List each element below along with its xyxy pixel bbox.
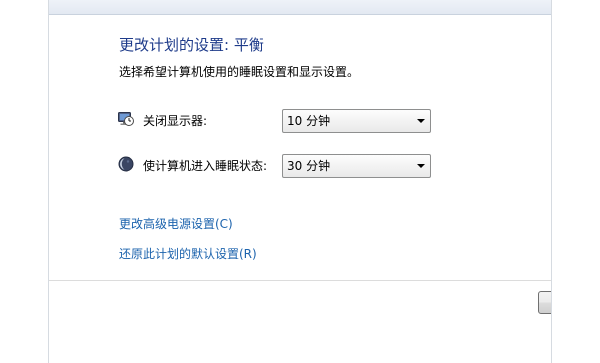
display-off-label: 关闭显示器: [143, 114, 208, 128]
monitor-clock-icon [118, 111, 134, 127]
chevron-down-icon [417, 164, 425, 168]
power-plan-settings-panel: 更改计划的设置: 平衡 选择希望计算机使用的睡眠设置和显示设置。 关闭显示器: … [48, 0, 552, 363]
display-off-dropdown[interactable]: 10 分钟 [282, 109, 431, 133]
page-description: 选择希望计算机使用的睡眠设置和显示设置。 [119, 65, 360, 79]
footer-button[interactable] [538, 291, 551, 314]
footer-divider [49, 280, 551, 281]
moon-icon [118, 156, 134, 172]
display-off-value: 10 分钟 [287, 114, 331, 128]
chevron-down-icon [417, 119, 425, 123]
sleep-value: 30 分钟 [287, 159, 331, 173]
advanced-power-settings-link[interactable]: 更改高级电源设置(C) [119, 216, 233, 232]
sleep-label: 使计算机进入睡眠状态: [143, 159, 268, 173]
page-title: 更改计划的设置: 平衡 [119, 36, 264, 54]
restore-defaults-link[interactable]: 还原此计划的默认设置(R) [119, 246, 257, 262]
address-bar-edge [49, 0, 551, 15]
sleep-dropdown[interactable]: 30 分钟 [282, 154, 431, 178]
